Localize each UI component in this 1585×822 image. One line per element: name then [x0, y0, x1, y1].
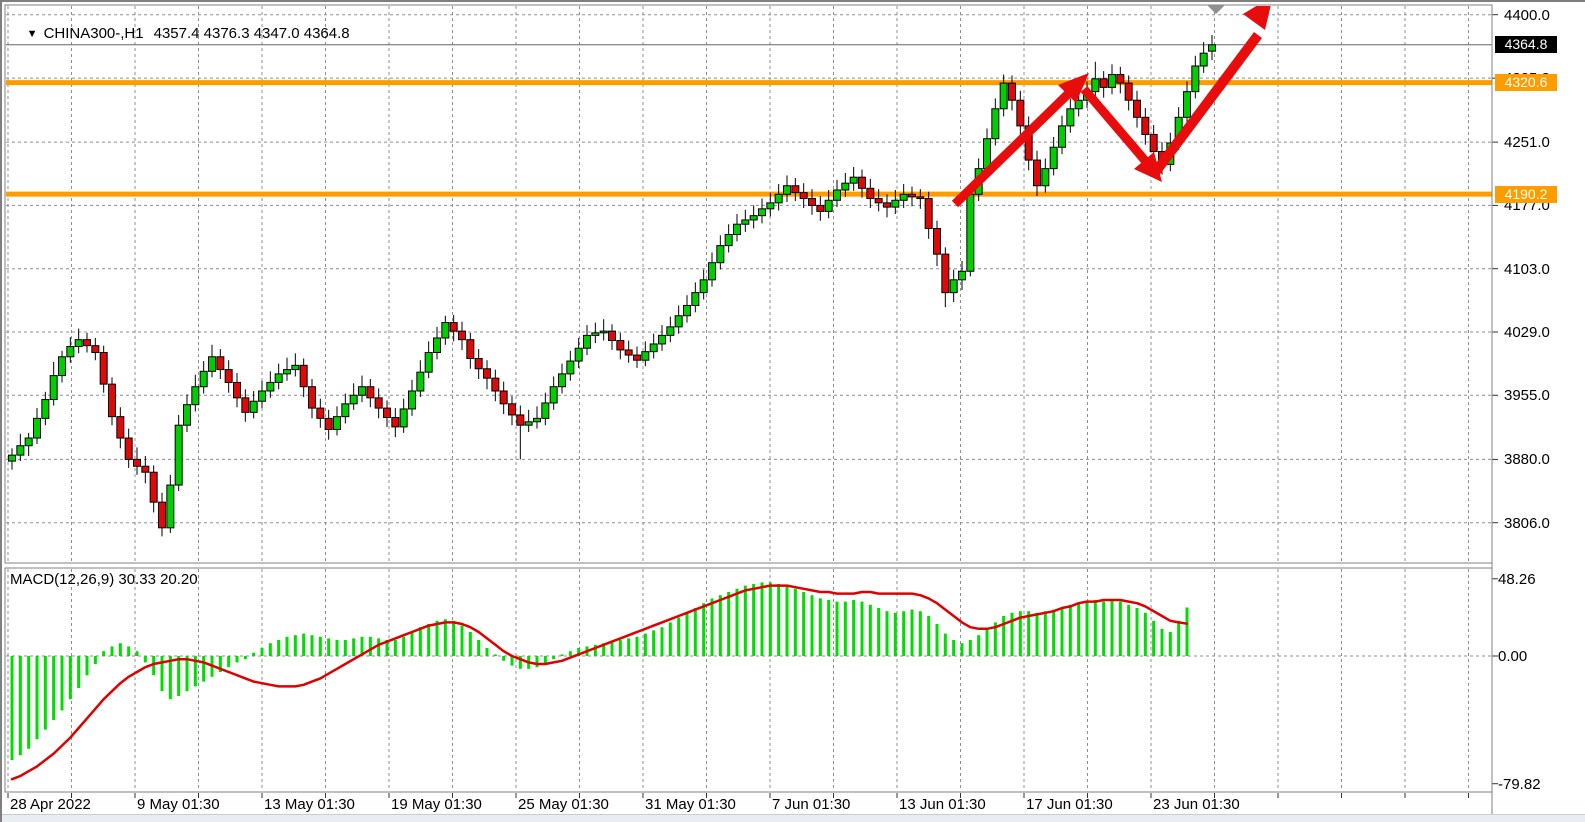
time-axis-label: 7 Jun 01:30 — [772, 796, 850, 813]
symbol-dropdown-icon[interactable]: ▼ — [27, 28, 38, 40]
macd-axis-label: 0.00 — [1498, 648, 1527, 665]
support-level-badge: 4190.2 — [1495, 186, 1557, 203]
time-axis-label: 9 May 01:30 — [137, 796, 220, 813]
ohlc-values: 4357.4 4376.3 4347.0 4364.8 — [154, 25, 350, 42]
price-axis-label: 3880.0 — [1504, 451, 1550, 468]
price-axis-label: 4103.0 — [1504, 261, 1550, 278]
chart-canvas[interactable] — [2, 2, 1585, 822]
time-axis-label: 28 Apr 2022 — [10, 796, 91, 813]
price-axis-label: 4400.0 — [1504, 7, 1550, 24]
price-axis-label: 4029.0 — [1504, 324, 1550, 341]
macd-axis-label: 48.26 — [1498, 571, 1536, 588]
macd-axis-label: -79.82 — [1498, 776, 1541, 793]
resistance-level-badge: 4320.6 — [1495, 74, 1557, 91]
time-axis-label: 25 May 01:30 — [518, 796, 609, 813]
macd-indicator-label: MACD(12,26,9) 30.33 20.20 — [10, 571, 198, 588]
symbol-period-label: CHINA300-,H1 — [44, 25, 144, 42]
current-price-badge: 4364.8 — [1495, 36, 1557, 53]
time-axis-label: 13 May 01:30 — [264, 796, 355, 813]
window-bottom-strip — [2, 814, 1585, 822]
macd-pane-border — [5, 568, 1492, 792]
chart-window: ▼ CHINA300-,H1 4357.4 4376.3 4347.0 4364.8… — [0, 0, 1585, 822]
price-axis-label: 3806.0 — [1504, 515, 1550, 532]
main-pane-border — [5, 5, 1492, 563]
price-axis-label: 3955.0 — [1504, 387, 1550, 404]
price-axis-label: 4251.0 — [1504, 134, 1550, 151]
chart-shift-marker-icon[interactable] — [1207, 5, 1225, 14]
time-axis-label: 31 May 01:30 — [645, 796, 736, 813]
time-axis-label: 23 Jun 01:30 — [1153, 796, 1240, 813]
time-axis-label: 17 Jun 01:30 — [1026, 796, 1113, 813]
chart-title: ▼ CHINA300-,H1 4357.4 4376.3 4347.0 4364.8 — [10, 8, 350, 59]
time-axis-label: 13 Jun 01:30 — [899, 796, 986, 813]
time-axis-label: 19 May 01:30 — [391, 796, 482, 813]
